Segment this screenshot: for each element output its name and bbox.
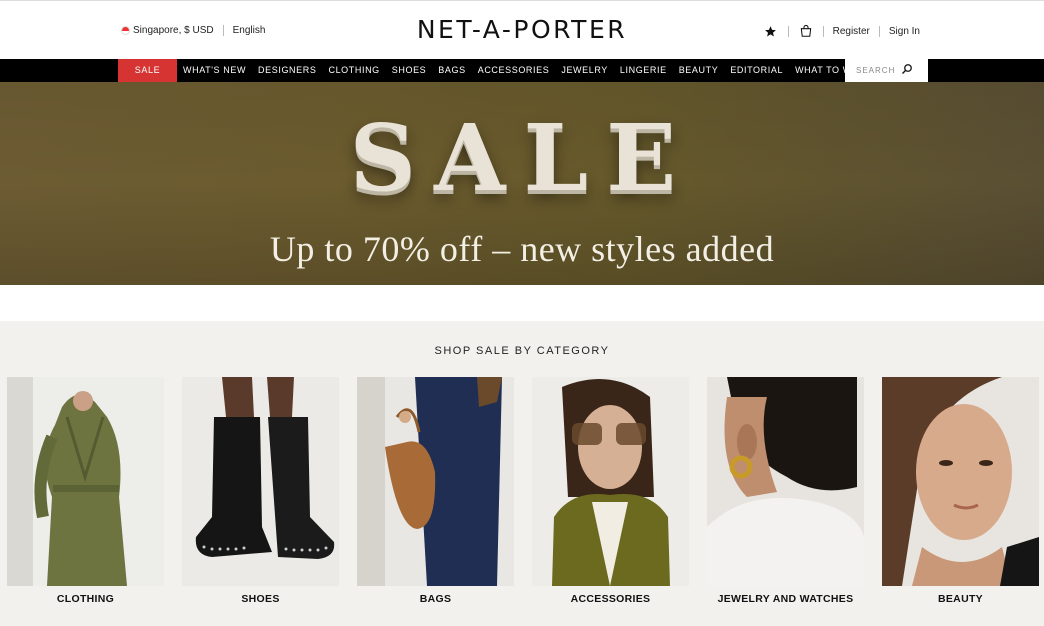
- hero-subtitle: Up to 70% off – new styles added: [269, 229, 775, 269]
- sale-hero-banner[interactable]: SALE Up to 70% off – new styles added: [0, 82, 1044, 285]
- search-icon[interactable]: [901, 62, 913, 80]
- nav-item-whats-new[interactable]: WHAT'S NEW: [177, 59, 252, 82]
- beauty-image[interactable]: [882, 377, 1039, 586]
- top-bar: Singapore, $ USD English NET-A-PORTER Re…: [0, 0, 1044, 59]
- jewelry-image[interactable]: [707, 377, 864, 586]
- nav-item-accessories[interactable]: ACCESSORIES: [472, 59, 556, 82]
- nav-item-lingerie[interactable]: LINGERIE: [614, 59, 673, 82]
- category-heading: SHOP SALE BY CATEGORY: [434, 345, 610, 357]
- nav-item-designers[interactable]: DESIGNERS: [252, 59, 322, 82]
- category-label[interactable]: ACCESSORIES: [532, 593, 689, 605]
- shopping-bag-icon[interactable]: [798, 23, 814, 39]
- hero-title: SALE: [349, 104, 695, 212]
- category-label[interactable]: BAGS: [357, 593, 514, 605]
- category-card-shoes[interactable]: SHOES: [182, 377, 339, 605]
- nav-item-shoes[interactable]: SHOES: [386, 59, 433, 82]
- category-label[interactable]: CLOTHING: [7, 593, 164, 605]
- search-placeholder: SEARCH: [856, 66, 896, 75]
- accessories-image[interactable]: [532, 377, 689, 586]
- category-card-clothing[interactable]: CLOTHING: [7, 377, 164, 605]
- nav-item-bags[interactable]: BAGS: [432, 59, 471, 82]
- category-card-accessories[interactable]: ACCESSORIES: [532, 377, 689, 605]
- category-label[interactable]: JEWELRY AND WATCHES: [707, 593, 864, 605]
- nav-item-sale[interactable]: SALE: [118, 59, 177, 82]
- nav-items: SALE WHAT'S NEW DESIGNERS CLOTHING SHOES…: [118, 59, 878, 82]
- category-card-jewelry-and-watches[interactable]: JEWELRY AND WATCHES: [707, 377, 864, 605]
- nav-item-editorial[interactable]: EDITORIAL: [724, 59, 789, 82]
- search-input[interactable]: SEARCH: [845, 59, 928, 82]
- category-section: SHOP SALE BY CATEGORY CLOTHING SHOES BAG…: [0, 321, 1044, 626]
- nav-item-clothing[interactable]: CLOTHING: [322, 59, 385, 82]
- star-icon[interactable]: [763, 23, 779, 39]
- divider: [822, 25, 824, 37]
- divider: [878, 25, 880, 37]
- nav-item-jewelry[interactable]: JEWELRY: [555, 59, 614, 82]
- category-card-bags[interactable]: BAGS: [357, 377, 514, 605]
- main-nav: SALE WHAT'S NEW DESIGNERS CLOTHING SHOES…: [0, 59, 1044, 82]
- register-link[interactable]: Register: [833, 26, 870, 37]
- category-card-beauty[interactable]: BEAUTY: [882, 377, 1039, 605]
- divider: [787, 25, 789, 37]
- clothing-image[interactable]: [7, 377, 164, 586]
- category-label[interactable]: SHOES: [182, 593, 339, 605]
- category-label[interactable]: BEAUTY: [882, 593, 1039, 605]
- nav-item-beauty[interactable]: BEAUTY: [673, 59, 725, 82]
- shoes-image[interactable]: [182, 377, 339, 586]
- sign-in-link[interactable]: Sign In: [889, 26, 920, 37]
- bags-image[interactable]: [357, 377, 514, 586]
- account-links: Register Sign In: [763, 23, 920, 39]
